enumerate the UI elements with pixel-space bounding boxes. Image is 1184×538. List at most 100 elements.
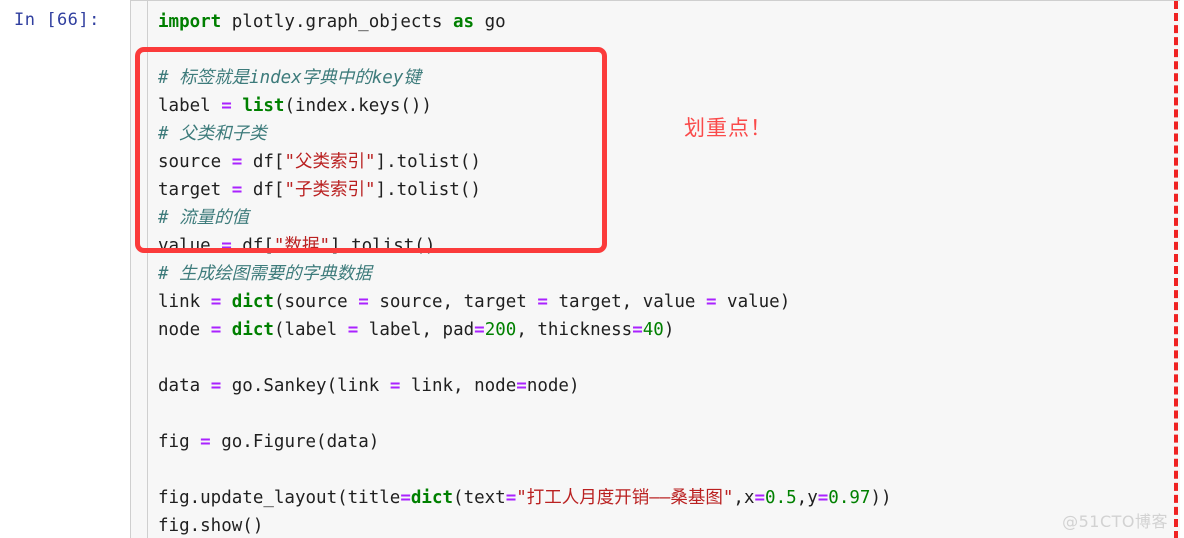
code-token: fig: [158, 432, 201, 452]
code-token: plotly.graph_objects: [221, 12, 454, 32]
code-token: # 生成绘图需要的字典数据: [158, 264, 372, 284]
code-token: go: [474, 12, 506, 32]
code-token: target, value: [547, 292, 706, 312]
code-line: source = df["父类索引"].tolist(): [158, 148, 1168, 176]
code-token: =: [516, 376, 527, 396]
code-line: # 流量的值: [158, 204, 1168, 232]
code-token: 200: [484, 320, 517, 340]
code-token: # 父类和子类: [158, 124, 267, 144]
code-token: =: [210, 292, 222, 312]
code-token: # 流量的值: [158, 208, 250, 228]
code-token: dict: [231, 292, 274, 312]
code-token: ].tolist(): [330, 236, 436, 256]
code-token: =: [474, 320, 485, 340]
code-token: value: [158, 236, 222, 256]
cell-gutter: [130, 0, 147, 538]
code-token: (label: [273, 320, 348, 340]
code-line: fig = go.Figure(data): [158, 428, 1168, 456]
code-token: go.Figure(data): [210, 432, 380, 452]
code-token: "打工人月度开销——桑基图": [516, 488, 734, 508]
code-token: =: [400, 488, 411, 508]
code-token: =: [347, 320, 359, 340]
code-token: dict: [410, 488, 454, 508]
code-line: label = list(index.keys()): [158, 92, 1168, 120]
watermark: @51CTO博客: [1062, 512, 1168, 531]
code-token: =: [705, 292, 717, 312]
code-token: 40: [642, 320, 664, 340]
code-token: link: [158, 292, 211, 312]
code-token: (source: [273, 292, 359, 312]
code-line: target = df["子类索引"].tolist(): [158, 176, 1168, 204]
code-token: list: [242, 96, 285, 116]
code-line: value = df["数据"].tolist(): [158, 232, 1168, 260]
code-token: =: [358, 292, 369, 312]
notebook-screenshot: In [66]: import plotly.graph_objects as …: [0, 0, 1184, 538]
code-token: ,y: [796, 488, 818, 508]
code-token: =: [632, 320, 643, 340]
code-token: =: [505, 488, 517, 508]
code-token: ): [663, 320, 675, 340]
code-token: # 标签就是index字典中的key键: [158, 68, 421, 88]
code-token: label, pad: [358, 320, 475, 340]
code-line: link = dict(source = source, target = ta…: [158, 288, 1168, 316]
code-token: =: [221, 236, 232, 256]
code-token: =: [817, 488, 829, 508]
code-token: df[: [242, 180, 285, 200]
code-token: =: [754, 488, 766, 508]
code-token: node: [158, 320, 211, 340]
code-token: =: [221, 96, 232, 116]
code-token: "父类索引": [284, 152, 376, 172]
code-line: # 父类和子类: [158, 120, 1168, 148]
code-token: "数据": [273, 236, 330, 256]
code-token: target: [158, 180, 232, 200]
code-token: go.Sankey(link: [221, 376, 390, 396]
code-token: ].tolist(): [375, 180, 481, 200]
code-token: 0.97: [828, 488, 871, 508]
code-token: fig.show(): [158, 516, 264, 536]
code-token: source: [158, 152, 232, 172]
code-token: , thickness: [516, 320, 633, 340]
code-line: import plotly.graph_objects as go: [158, 8, 1168, 36]
code-token: fig.update_layout(title: [158, 488, 401, 508]
code-token: source, target: [368, 292, 538, 312]
code-token: data: [158, 376, 211, 396]
execution-count-prompt: In [66]:: [14, 10, 100, 30]
code-line: fig.update_layout(title=dict(text="打工人月度…: [158, 484, 1168, 512]
code-token: =: [210, 320, 222, 340]
code-token: import: [158, 12, 222, 32]
right-edge-dashed-marker: [1174, 1, 1178, 538]
code-token: =: [389, 376, 401, 396]
code-token: =: [200, 432, 211, 452]
code-token: as: [453, 12, 475, 32]
code-line: fig.show(): [158, 512, 1168, 538]
code-token: "子类索引": [284, 180, 376, 200]
code-token: dict: [231, 320, 274, 340]
source-code-block[interactable]: import plotly.graph_objects as go # 标签就是…: [158, 8, 1168, 538]
code-token: ,x: [733, 488, 755, 508]
code-token: =: [210, 376, 222, 396]
code-token: =: [231, 180, 243, 200]
code-token: label: [158, 96, 222, 116]
code-token: (text: [453, 488, 506, 508]
code-line: data = go.Sankey(link = link, node=node): [158, 372, 1168, 400]
code-token: link, node: [400, 376, 517, 396]
code-token: (index.keys()): [284, 96, 432, 116]
code-token: =: [231, 152, 243, 172]
code-line: node = dict(label = label, pad=200, thic…: [158, 316, 1168, 344]
code-token: df[: [231, 236, 274, 256]
code-token: node): [526, 376, 580, 396]
code-token: df[: [242, 152, 285, 172]
code-line: # 生成绘图需要的字典数据: [158, 260, 1168, 288]
code-token: )): [870, 488, 892, 508]
annotation-text: 划重点！: [684, 116, 772, 140]
code-token: =: [537, 292, 548, 312]
code-line: # 标签就是index字典中的key键: [158, 64, 1168, 92]
code-token: 0.5: [765, 488, 797, 508]
